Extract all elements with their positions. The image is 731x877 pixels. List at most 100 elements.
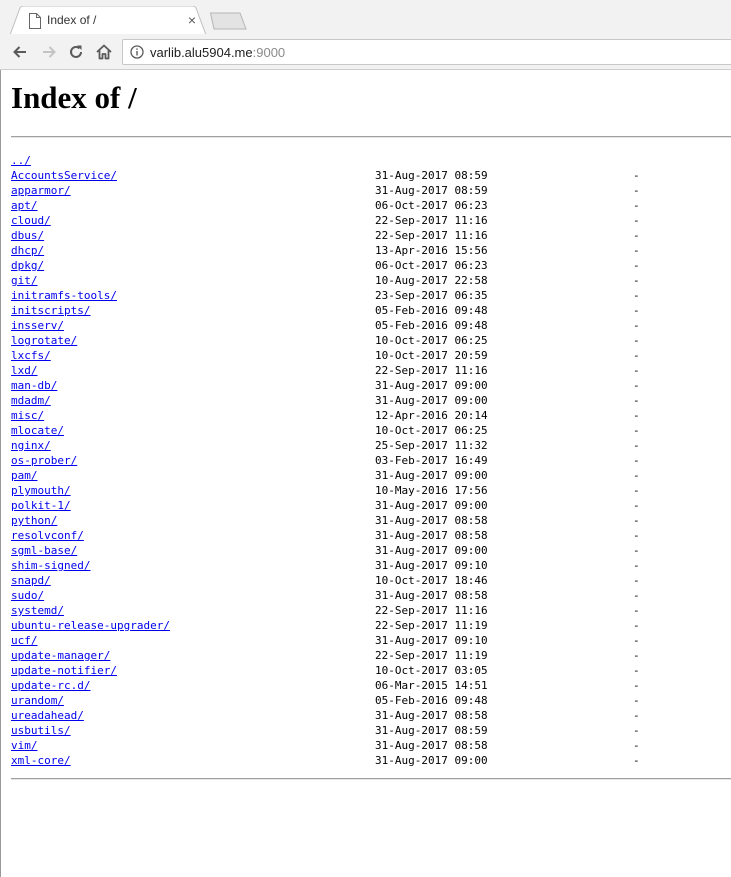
directory-link[interactable]: ubuntu-release-upgrader/ xyxy=(11,618,170,633)
directory-link[interactable]: dbus/ xyxy=(11,228,44,243)
directory-link[interactable]: cloud/ xyxy=(11,213,51,228)
directory-link[interactable]: python/ xyxy=(11,513,57,528)
directory-link[interactable]: lxd/ xyxy=(11,363,38,378)
file-size: - xyxy=(633,169,640,182)
modified-date: 31-Aug-2017 09:00 xyxy=(375,544,488,557)
tab-strip: Index of / × xyxy=(0,0,731,35)
modified-date: 31-Aug-2017 09:00 xyxy=(375,754,488,767)
file-size: - xyxy=(633,529,640,542)
home-icon xyxy=(96,44,112,60)
directory-link[interactable]: xml-core/ xyxy=(11,753,71,768)
directory-link[interactable]: urandom/ xyxy=(11,693,64,708)
directory-link[interactable]: apt/ xyxy=(11,198,38,213)
list-item: sudo/31-Aug-2017 08:58 - xyxy=(11,588,731,603)
modified-date: 31-Aug-2017 08:59 xyxy=(375,724,488,737)
url-text[interactable]: varlib.alu5904.me:9000 xyxy=(150,45,285,60)
reload-button[interactable] xyxy=(64,40,88,64)
directory-link[interactable]: sudo/ xyxy=(11,588,44,603)
file-size: - xyxy=(633,589,640,602)
list-item: AccountsService/31-Aug-2017 08:59 - xyxy=(11,168,731,183)
modified-date: 31-Aug-2017 09:00 xyxy=(375,379,488,392)
parent-directory-link[interactable]: ../ xyxy=(11,153,31,168)
file-size: - xyxy=(633,424,640,437)
new-tab-button[interactable] xyxy=(210,12,250,30)
file-size: - xyxy=(633,334,640,347)
list-item: man-db/31-Aug-2017 09:00 - xyxy=(11,378,731,393)
list-item: initscripts/05-Feb-2016 09:48 - xyxy=(11,303,731,318)
directory-link[interactable]: plymouth/ xyxy=(11,483,71,498)
file-size: - xyxy=(633,544,640,557)
directory-link[interactable]: dpkg/ xyxy=(11,258,44,273)
list-item: urandom/05-Feb-2016 09:48 - xyxy=(11,693,731,708)
home-button[interactable] xyxy=(92,40,116,64)
directory-link[interactable]: ureadahead/ xyxy=(11,708,84,723)
file-size: - xyxy=(633,409,640,422)
modified-date: 31-Aug-2017 08:58 xyxy=(375,739,488,752)
browser-tab[interactable]: Index of / × xyxy=(10,6,206,35)
file-size: - xyxy=(633,244,640,257)
file-size: - xyxy=(633,469,640,482)
address-bar[interactable]: varlib.alu5904.me:9000 xyxy=(122,39,731,65)
directory-link[interactable]: update-rc.d/ xyxy=(11,678,90,693)
list-item: lxcfs/10-Oct-2017 20:59 - xyxy=(11,348,731,363)
directory-link[interactable]: initscripts/ xyxy=(11,303,90,318)
directory-link[interactable]: snapd/ xyxy=(11,573,51,588)
directory-link[interactable]: mdadm/ xyxy=(11,393,51,408)
file-size: - xyxy=(633,634,640,647)
file-size: - xyxy=(633,514,640,527)
directory-link[interactable]: systemd/ xyxy=(11,603,64,618)
file-size: - xyxy=(633,499,640,512)
directory-link[interactable]: insserv/ xyxy=(11,318,64,333)
modified-date: 10-Oct-2017 18:46 xyxy=(375,574,488,587)
list-item: dbus/22-Sep-2017 11:16 - xyxy=(11,228,731,243)
modified-date: 05-Feb-2016 09:48 xyxy=(375,319,488,332)
page-title: Index of / xyxy=(11,80,137,115)
modified-date: 31-Aug-2017 08:58 xyxy=(375,514,488,527)
back-button[interactable] xyxy=(8,40,32,64)
directory-link[interactable]: polkit-1/ xyxy=(11,498,71,513)
directory-link[interactable]: nginx/ xyxy=(11,438,51,453)
list-item: os-prober/03-Feb-2017 16:49 - xyxy=(11,453,731,468)
info-icon[interactable] xyxy=(130,45,144,59)
document-icon xyxy=(29,13,41,29)
list-item: resolvconf/31-Aug-2017 08:58 - xyxy=(11,528,731,543)
file-size: - xyxy=(633,214,640,227)
directory-link[interactable]: logrotate/ xyxy=(11,333,77,348)
list-item: xml-core/31-Aug-2017 09:00 - xyxy=(11,753,731,768)
directory-link[interactable]: ucf/ xyxy=(11,633,38,648)
directory-link[interactable]: update-manager/ xyxy=(11,648,110,663)
directory-link[interactable]: resolvconf/ xyxy=(11,528,84,543)
directory-link[interactable]: misc/ xyxy=(11,408,44,423)
directory-link[interactable]: pam/ xyxy=(11,468,38,483)
modified-date: 22-Sep-2017 11:16 xyxy=(375,229,488,242)
file-size: - xyxy=(633,559,640,572)
modified-date: 31-Aug-2017 09:10 xyxy=(375,559,488,572)
directory-link[interactable]: apparmor/ xyxy=(11,183,71,198)
directory-link[interactable]: man-db/ xyxy=(11,378,57,393)
modified-date: 13-Apr-2016 15:56 xyxy=(375,244,488,257)
list-item: python/31-Aug-2017 08:58 - xyxy=(11,513,731,528)
directory-link[interactable]: git/ xyxy=(11,273,38,288)
directory-link[interactable]: initramfs-tools/ xyxy=(11,288,117,303)
directory-link[interactable]: update-notifier/ xyxy=(11,663,117,678)
file-size: - xyxy=(633,259,640,272)
modified-date: 31-Aug-2017 09:00 xyxy=(375,499,488,512)
list-item: git/10-Aug-2017 22:58 - xyxy=(11,273,731,288)
directory-link[interactable]: mlocate/ xyxy=(11,423,64,438)
directory-link[interactable]: sgml-base/ xyxy=(11,543,77,558)
close-tab-icon[interactable]: × xyxy=(184,12,200,28)
list-item: vim/31-Aug-2017 08:58 - xyxy=(11,738,731,753)
file-size: - xyxy=(633,394,640,407)
browser-toolbar: varlib.alu5904.me:9000 xyxy=(0,34,731,70)
directory-link[interactable]: AccountsService/ xyxy=(11,168,117,183)
modified-date: 31-Aug-2017 08:58 xyxy=(375,709,488,722)
directory-link[interactable]: dhcp/ xyxy=(11,243,44,258)
directory-link[interactable]: vim/ xyxy=(11,738,38,753)
directory-link[interactable]: usbutils/ xyxy=(11,723,71,738)
list-item: dpkg/06-Oct-2017 06:23 - xyxy=(11,258,731,273)
directory-link[interactable]: lxcfs/ xyxy=(11,348,51,363)
directory-link[interactable]: shim-signed/ xyxy=(11,558,90,573)
directory-link[interactable]: os-prober/ xyxy=(11,453,77,468)
forward-button[interactable] xyxy=(37,40,61,64)
list-item: plymouth/10-May-2016 17:56 - xyxy=(11,483,731,498)
